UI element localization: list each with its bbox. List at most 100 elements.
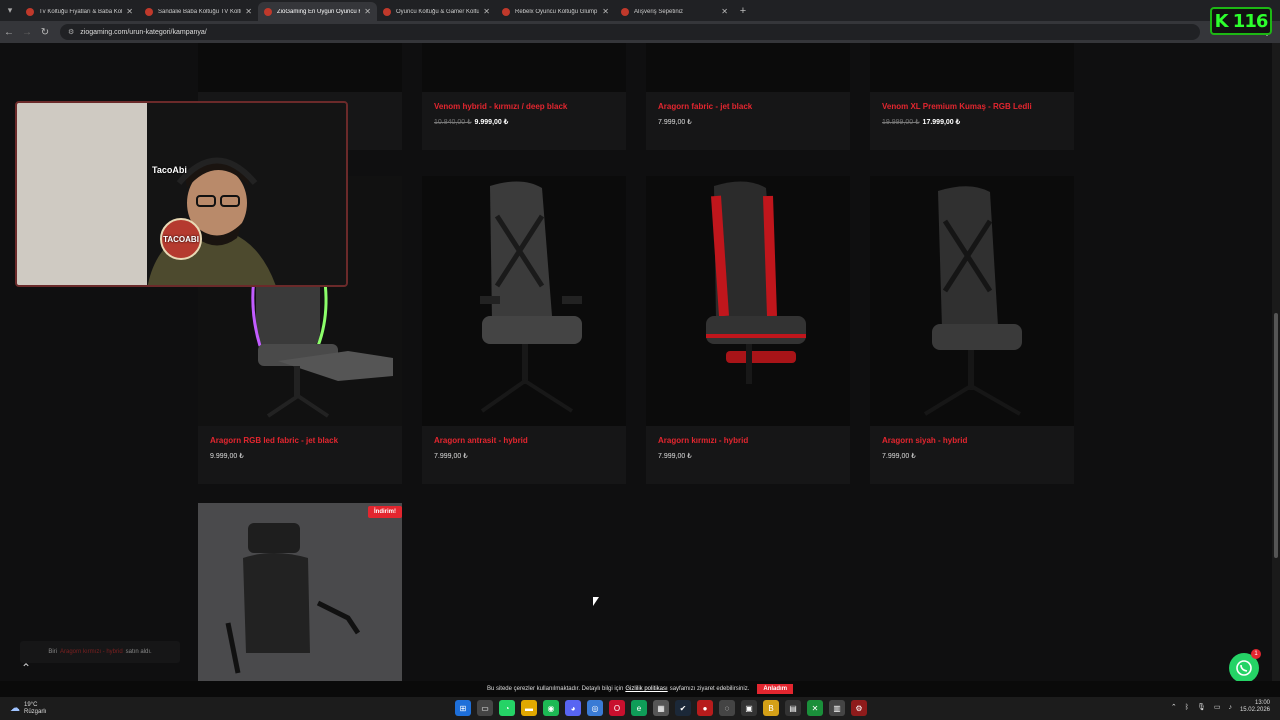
url-text: ziogaming.com/urun-kategori/kampanya/	[80, 28, 207, 36]
product-image[interactable]	[422, 43, 626, 92]
discount-badge: İndirim!	[368, 506, 402, 518]
chrome-icon[interactable]: ◎	[587, 700, 603, 716]
product-name[interactable]: Aragorn antrasit - hybrid	[434, 436, 614, 445]
browser-tab[interactable]: Rebelx Oyuncu Koltuğu Glump ✕	[496, 2, 615, 21]
mic-icon[interactable]: 🎙	[1197, 703, 1206, 711]
tab-search-icon[interactable]: ▾	[0, 0, 20, 21]
scroll-to-top-button[interactable]: ⌃	[18, 661, 34, 679]
product-card[interactable]: Aragorn siyah - hybrid 7.999,00 ₺	[870, 176, 1074, 484]
whatsapp-unread-badge: 1	[1251, 649, 1261, 659]
browser-tab[interactable]: ZioGaming En Uygun Oyuncu K ✕	[258, 2, 377, 21]
product-image[interactable]	[646, 43, 850, 92]
product-card[interactable]: İndirim!	[198, 503, 402, 681]
app-icon-green[interactable]: ✕	[807, 700, 823, 716]
taskbar: ☁ 19°C Rüzgarlı ⊞ ▭ ◔ ▬ ◉ ◕ ◎ O e ▦ ✔ ● …	[0, 697, 1280, 720]
tab-favicon-icon	[145, 7, 153, 16]
browser-tab[interactable]: Alışveriş Sepetiniz ✕	[615, 2, 734, 21]
network-icon[interactable]: ▭	[1214, 703, 1221, 711]
clock[interactable]: 13:00 15.02.2026	[1240, 700, 1270, 714]
app-icon-settings[interactable]: ⚙	[851, 700, 867, 716]
product-image[interactable]	[198, 43, 402, 92]
app-icon-calendar[interactable]: ▥	[829, 700, 845, 716]
tab-close-icon[interactable]: ✕	[364, 7, 371, 16]
toast-product[interactable]: Aragorn kırmızı - hybrid	[60, 649, 123, 655]
recent-sale-notification[interactable]: Biri Aragorn kırmızı - hybrid satın aldı…	[20, 641, 180, 663]
discord-icon[interactable]: ◕	[565, 700, 581, 716]
whatsapp-icon	[1236, 660, 1252, 676]
weather-widget[interactable]: ☁ 19°C Rüzgarlı	[0, 702, 80, 716]
product-name[interactable]: Aragorn fabric - jet black	[658, 102, 838, 111]
system-tray: ⌃ ᛒ 🎙 ▭ ♪ 13:00 15.02.2026	[1171, 700, 1270, 714]
app-icon-store[interactable]: ▤	[785, 700, 801, 716]
browser-tab[interactable]: Sandalie Baba Koltuğu TV Koltu ✕	[139, 2, 258, 21]
chair-antrasit-image	[480, 181, 582, 413]
app-icon-dark[interactable]: ▣	[741, 700, 757, 716]
product-card[interactable]: Venom XL Premium Kumaş - RGB Ledli 19.99…	[870, 43, 1074, 150]
tab-close-icon[interactable]: ✕	[126, 7, 133, 16]
bluetooth-icon[interactable]: ᛒ	[1185, 704, 1189, 711]
tab-close-icon[interactable]: ✕	[721, 7, 728, 16]
mouse-cursor	[593, 597, 599, 606]
volume-icon[interactable]: ♪	[1228, 704, 1232, 711]
tab-favicon-icon	[264, 7, 272, 16]
product-image[interactable]	[870, 43, 1074, 92]
browser-tab[interactable]: Oyuncu Koltuğu & Gamer Koltu ✕	[377, 2, 496, 21]
whatsapp-app-icon[interactable]: ◔	[499, 700, 515, 716]
product-name[interactable]: Aragorn RGB led fabric - jet black	[210, 436, 390, 445]
product-name[interactable]: Venom hybrid - kırmızı / deep black	[434, 102, 614, 111]
taskbar-apps: ⊞ ▭ ◔ ▬ ◉ ◕ ◎ O e ▦ ✔ ● ◌ ▣ B ▤ ✕ ▥ ⚙	[455, 700, 867, 716]
product-card[interactable]: Aragorn antrasit - hybrid 7.999,00 ₺	[422, 176, 626, 484]
weather-icon: ☁	[10, 703, 20, 714]
product-name[interactable]: Aragorn kırmızı - hybrid	[658, 436, 838, 445]
app-icon-yellow[interactable]: B	[763, 700, 779, 716]
product-price: 19.999,00 ₺ 17.999,00 ₺	[882, 118, 1062, 126]
steam-icon[interactable]: ✔	[675, 700, 691, 716]
tab-favicon-icon	[502, 7, 510, 16]
calculator-icon[interactable]: ▦	[653, 700, 669, 716]
product-card[interactable]: Aragorn fabric - jet black 7.999,00 ₺	[646, 43, 850, 150]
forward-icon[interactable]: →	[18, 27, 36, 38]
new-tab-button[interactable]: +	[734, 2, 752, 21]
reload-icon[interactable]: ↻	[36, 27, 54, 38]
page-scrollbar[interactable]	[1272, 43, 1280, 681]
tab-title: Alışveriş Sepetiniz	[634, 8, 684, 15]
product-image[interactable]: İndirim!	[198, 503, 402, 681]
product-image[interactable]	[870, 176, 1074, 426]
app-icon-red[interactable]: ●	[697, 700, 713, 716]
app-icon-gray[interactable]: ◌	[719, 700, 735, 716]
opera-icon[interactable]: O	[609, 700, 625, 716]
cookie-accept-button[interactable]: Anladım	[757, 684, 794, 694]
spotify-icon[interactable]: ◉	[543, 700, 559, 716]
chair-ergonomic-image	[225, 523, 361, 674]
edge-icon[interactable]: e	[631, 700, 647, 716]
privacy-policy-link[interactable]: Gizlilik politikası	[625, 686, 667, 692]
tab-title: Tv Koltuğu Fiyatları & Baba Kolt	[39, 8, 123, 15]
scrollbar-thumb[interactable]	[1274, 313, 1278, 558]
url-field[interactable]: ⚙ ziogaming.com/urun-kategori/kampanya/	[60, 24, 1200, 40]
site-info-icon[interactable]: ⚙	[68, 28, 74, 36]
task-view-icon[interactable]: ▭	[477, 700, 493, 716]
whatsapp-button[interactable]: 1	[1229, 649, 1261, 683]
tab-title: ZioGaming En Uygun Oyuncu K	[277, 8, 361, 15]
product-name[interactable]: Aragorn siyah - hybrid	[882, 436, 1062, 445]
product-price: 9.999,00 ₺	[210, 453, 244, 460]
browser-tab[interactable]: Tv Koltuğu Fiyatları & Baba Kolt ✕	[20, 2, 139, 21]
file-explorer-icon[interactable]: ▬	[521, 700, 537, 716]
product-card[interactable]: Venom hybrid - kırmızı / deep black 10.8…	[422, 43, 626, 150]
tab-close-icon[interactable]: ✕	[483, 7, 490, 16]
product-image[interactable]	[422, 176, 626, 426]
tab-close-icon[interactable]: ✕	[245, 7, 252, 16]
streamer-badge: TACOABI	[160, 218, 202, 260]
product-card[interactable]: Aragorn kırmızı - hybrid 7.999,00 ₺	[646, 176, 850, 484]
tray-expand-icon[interactable]: ⌃	[1171, 703, 1177, 711]
cookie-text-after: sayfamızı ziyaret edebilirsiniz.	[669, 686, 750, 692]
product-image[interactable]	[646, 176, 850, 426]
tab-close-icon[interactable]: ✕	[602, 7, 609, 16]
streamer-image	[147, 157, 276, 285]
tab-title: Rebelx Oyuncu Koltuğu Glump	[515, 8, 598, 15]
back-icon[interactable]: ←	[0, 27, 18, 38]
tab-favicon-icon	[26, 7, 34, 16]
start-icon[interactable]: ⊞	[455, 700, 471, 716]
product-name[interactable]: Venom XL Premium Kumaş - RGB Ledli	[882, 102, 1062, 111]
product-price: 7.999,00 ₺	[658, 453, 692, 460]
